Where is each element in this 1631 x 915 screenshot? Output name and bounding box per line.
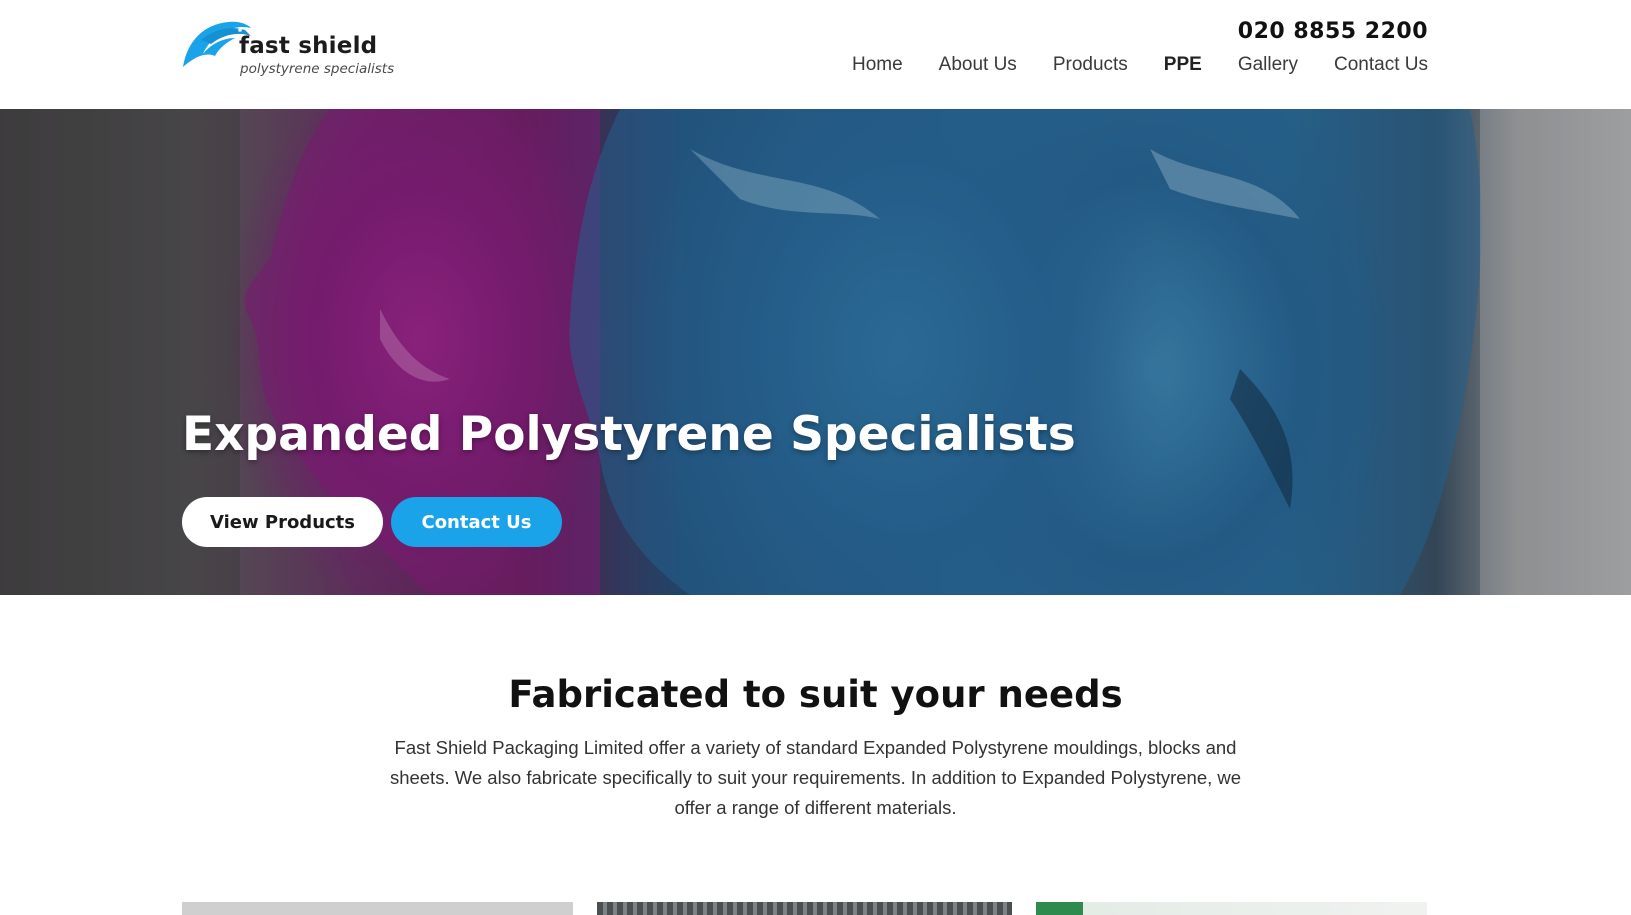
product-card-image[interactable] <box>182 902 573 915</box>
phone-number[interactable]: 020 8855 2200 <box>1238 19 1428 44</box>
nav-item-gallery[interactable]: Gallery <box>1238 54 1298 76</box>
logo-tagline: polystyrene specialists <box>240 61 395 77</box>
product-card-image[interactable] <box>1036 902 1427 915</box>
nav-item-products[interactable]: Products <box>1053 54 1128 76</box>
site-logo[interactable]: fast shield polystyrene specialists <box>181 12 395 80</box>
logo-name: fast shield <box>239 33 378 59</box>
intro-title: Fabricated to suit your needs <box>508 673 1123 716</box>
nav-item-home[interactable]: Home <box>852 54 903 76</box>
product-card-image[interactable] <box>597 902 1012 915</box>
nav-item-ppe[interactable]: PPE <box>1164 54 1202 76</box>
nav-item-contact-us[interactable]: Contact Us <box>1334 54 1428 76</box>
hero-banner: Expanded Polystyrene Specialists View Pr… <box>0 109 1631 595</box>
contact-us-button[interactable]: Contact Us <box>391 497 562 547</box>
site-header: fast shield polystyrene specialists 020 … <box>0 0 1631 109</box>
main-nav: Home About Us Products PPE Gallery Conta… <box>852 54 1428 76</box>
nav-item-about-us[interactable]: About Us <box>939 54 1017 76</box>
view-products-button[interactable]: View Products <box>182 497 383 547</box>
hero-title: Expanded Polystyrene Specialists <box>182 407 1076 462</box>
page: fast shield polystyrene specialists 020 … <box>0 0 1631 915</box>
intro-body: Fast Shield Packaging Limited offer a va… <box>389 737 1242 818</box>
